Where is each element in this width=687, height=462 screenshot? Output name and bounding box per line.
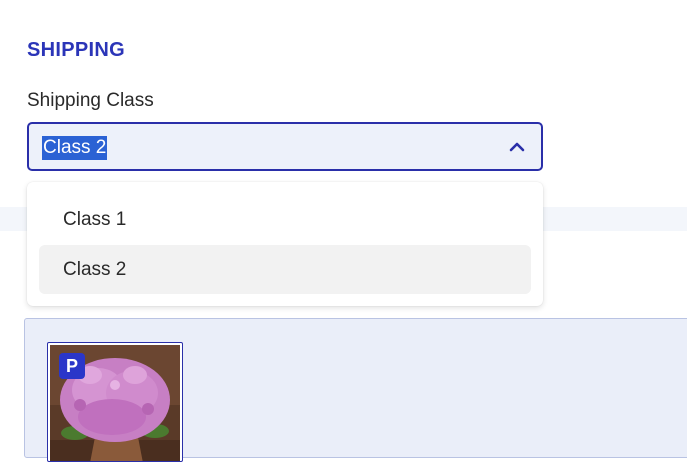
section-title-shipping: SHIPPING <box>27 39 125 61</box>
selected-value: Class 2 <box>42 136 108 160</box>
option-class-2[interactable]: Class 2 <box>39 245 531 294</box>
option-class-1[interactable]: Class 1 <box>39 195 531 244</box>
chevron-up-icon[interactable] <box>507 137 527 157</box>
shipping-class-dropdown: Class 1 Class 2 <box>27 182 543 306</box>
shipping-class-select[interactable]: Class 2 <box>27 122 543 171</box>
primary-image-badge: P <box>59 353 85 379</box>
shipping-class-label: Shipping Class <box>27 90 154 111</box>
